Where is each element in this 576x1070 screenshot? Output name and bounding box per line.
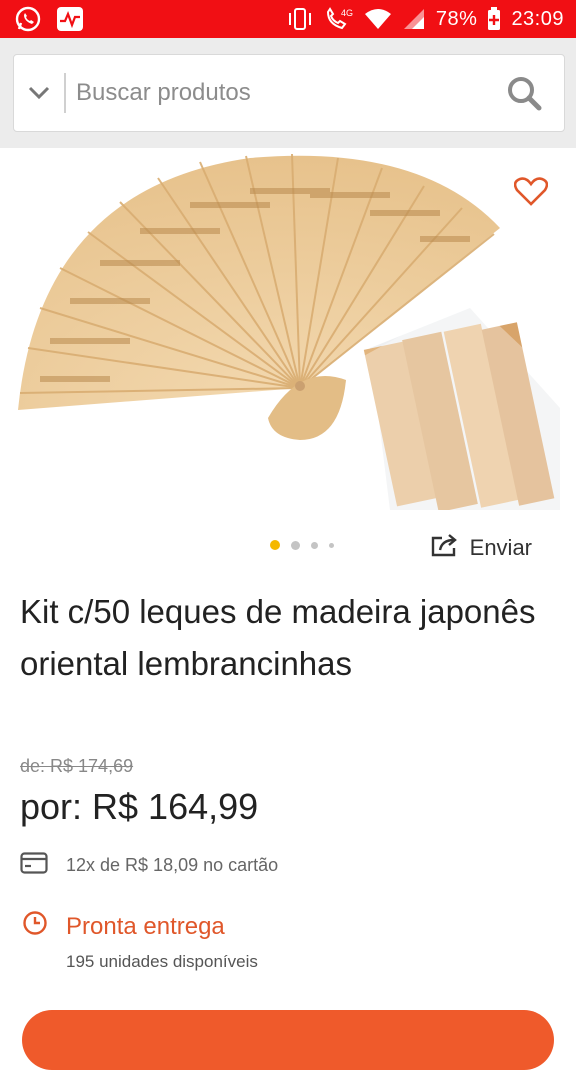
svg-text:4G: 4G <box>341 8 353 18</box>
search-bar <box>0 38 576 148</box>
whatsapp-icon <box>14 5 42 33</box>
current-price: por: R$ 164,99 <box>20 786 259 827</box>
carousel-dots <box>270 540 334 550</box>
installments-text: 12x de R$ 18,09 no cartão <box>66 855 279 875</box>
carousel-dot-2[interactable] <box>291 540 300 550</box>
share-label: Enviar <box>469 535 532 560</box>
call-4g-icon: 4G <box>324 6 354 32</box>
search-box <box>13 54 565 132</box>
wifi-icon <box>364 8 392 30</box>
activity-app-icon <box>56 6 84 32</box>
installments-info: 12x de R$ 18,09 no cartão <box>20 852 278 879</box>
units-available: 195 unidades disponíveis <box>66 952 258 971</box>
battery-icon <box>487 7 501 31</box>
product-title: Kit c/50 leques de madeira japonês orien… <box>20 593 536 682</box>
share-icon <box>430 532 460 564</box>
carousel-dot-3[interactable] <box>311 541 318 549</box>
carousel-controls: Enviar <box>0 520 576 576</box>
stock-status-text: Pronta entrega <box>66 912 225 940</box>
status-bar: 4G 78% 23:09 <box>0 0 576 38</box>
carousel-dot-1[interactable] <box>270 540 280 550</box>
wooden-fan-photo <box>0 148 576 510</box>
search-input[interactable] <box>66 62 484 124</box>
carousel-dot-4[interactable] <box>329 542 334 548</box>
battery-percent: 78% <box>435 7 478 30</box>
clock: 23:09 <box>511 7 564 30</box>
credit-card-icon <box>20 852 48 879</box>
old-price: de: R$ 174,69 <box>20 756 134 776</box>
chevron-down-icon[interactable] <box>14 55 64 131</box>
signal-icon <box>402 8 426 30</box>
clock-icon <box>22 910 48 943</box>
stock-status: Pronta entrega <box>22 910 225 943</box>
vibrate-icon <box>286 7 314 31</box>
search-icon[interactable] <box>484 55 564 131</box>
favorite-heart-icon[interactable] <box>513 176 549 211</box>
buy-button[interactable] <box>22 1010 554 1070</box>
product-image[interactable] <box>0 148 576 510</box>
share-button[interactable]: Enviar <box>430 532 532 564</box>
